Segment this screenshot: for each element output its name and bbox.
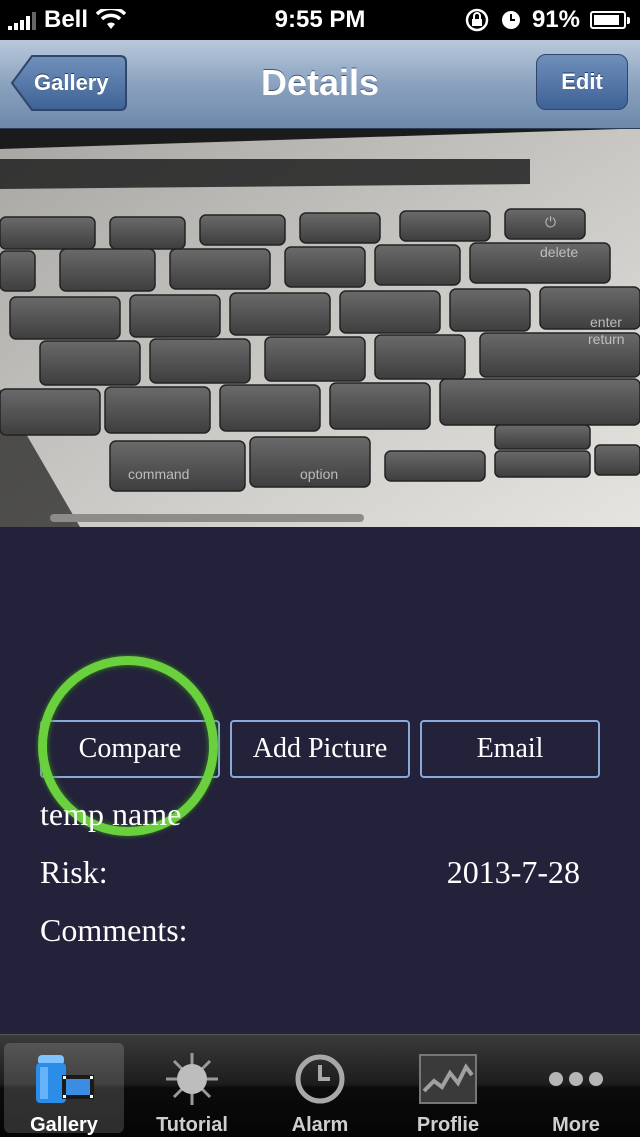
clock-icon (295, 1054, 345, 1104)
battery-percent: 91% (531, 6, 580, 33)
status-right: 91% (464, 6, 630, 34)
date-value: 2013-7-28 (446, 854, 580, 890)
tab-profile[interactable]: Proflie (388, 1043, 508, 1136)
tab-alarm-label: Alarm (291, 1114, 349, 1136)
add-picture-button[interactable]: Add Picture (230, 720, 410, 778)
tab-alarm[interactable]: Alarm (260, 1043, 380, 1136)
gallery-icon (36, 1055, 94, 1103)
tab-bar: Gallery Tutorial Alarm Proflie More (0, 1034, 640, 1137)
tab-gallery[interactable]: Gallery (4, 1043, 124, 1136)
tab-tutorial[interactable]: Tutorial (132, 1043, 252, 1136)
item-name: temp name (40, 796, 182, 832)
scroll-indicator (50, 514, 364, 522)
risk-label: Risk: (40, 854, 108, 890)
sun-icon (166, 1053, 218, 1105)
compare-button[interactable]: Compare (40, 720, 220, 778)
svg-text:enter: enter (590, 314, 622, 330)
svg-text:⏻: ⏻ (545, 214, 556, 230)
svg-text:command: command (128, 466, 189, 482)
chart-icon (419, 1054, 477, 1104)
status-bar: Bell 9:55 PM 91% (0, 0, 640, 40)
email-button[interactable]: Email (420, 720, 600, 778)
svg-text:delete: delete (540, 244, 578, 260)
rotation-lock-icon (465, 8, 489, 32)
more-icon (549, 1072, 603, 1086)
tab-tutorial-label: Tutorial (156, 1114, 228, 1136)
tab-more-label: More (552, 1114, 600, 1136)
photo-view[interactable]: delete enter return command option ⏻ (0, 129, 640, 527)
tab-more[interactable]: More (516, 1043, 636, 1136)
tab-profile-label: Proflie (416, 1114, 480, 1136)
comments-label: Comments: (40, 912, 188, 948)
tab-gallery-label: Gallery (30, 1114, 98, 1136)
keyboard-photo: delete enter return command option ⏻ (0, 129, 640, 527)
edit-button[interactable]: Edit (536, 54, 628, 110)
battery-icon (590, 11, 630, 29)
alarm-status-icon (501, 11, 520, 29)
svg-text:option: option (300, 466, 338, 482)
navigation-bar: Gallery Details Edit (0, 40, 640, 129)
svg-text:return: return (588, 331, 625, 347)
